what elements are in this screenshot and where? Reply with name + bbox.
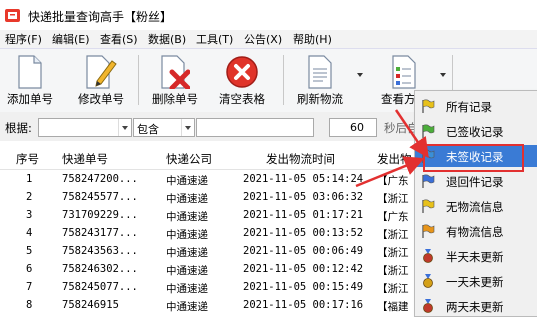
annotation-arrows: [355, 109, 429, 188]
annotation-arrow: [355, 156, 425, 188]
annotation-arrow: [394, 109, 429, 159]
